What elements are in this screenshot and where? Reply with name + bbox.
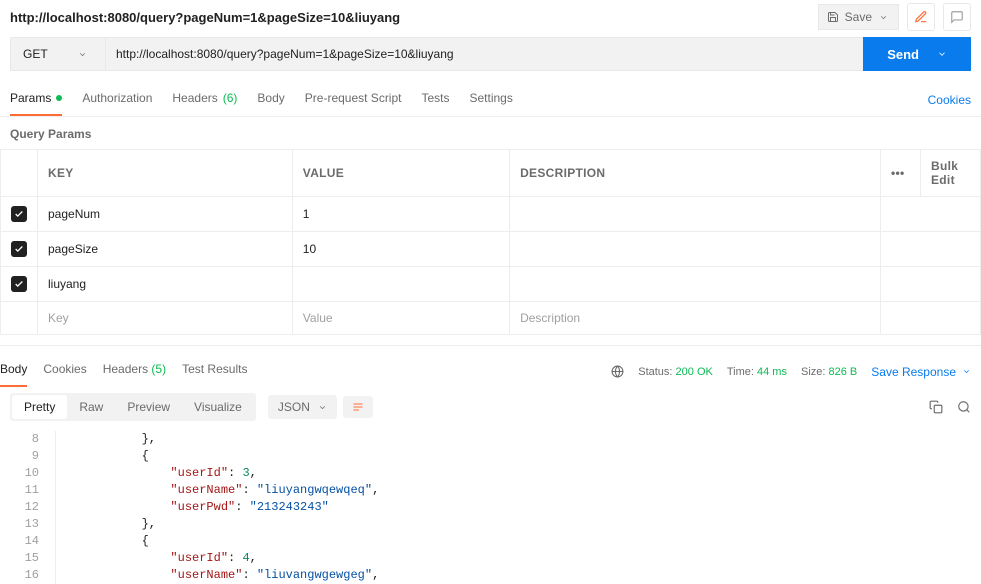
chevron-down-icon — [318, 403, 327, 412]
format-select[interactable]: JSON — [268, 395, 337, 419]
param-value[interactable]: 1 — [292, 197, 509, 232]
more-icon: ••• — [891, 166, 905, 180]
copy-button[interactable] — [929, 400, 943, 414]
col-key: KEY — [38, 150, 293, 197]
table-row[interactable]: pageSize10 — [1, 232, 981, 267]
status-stat: Status: 200 OK — [638, 366, 713, 378]
tab-params[interactable]: Params — [10, 83, 62, 116]
cookies-link[interactable]: Cookies — [928, 85, 971, 115]
send-label: Send — [887, 47, 919, 62]
resp-tab-testresults[interactable]: Test Results — [182, 356, 247, 387]
view-visualize[interactable]: Visualize — [182, 395, 254, 419]
checkbox[interactable] — [11, 241, 27, 257]
save-icon — [827, 11, 840, 24]
checkbox[interactable] — [11, 206, 27, 222]
tab-prerequest[interactable]: Pre-request Script — [305, 83, 402, 116]
param-desc[interactable]: Description — [510, 302, 881, 335]
request-title: http://localhost:8080/query?pageNum=1&pa… — [10, 10, 808, 25]
col-more[interactable]: ••• — [881, 150, 921, 197]
tab-tests[interactable]: Tests — [421, 83, 449, 116]
table-row[interactable]: liuyang — [1, 267, 981, 302]
edit-button[interactable] — [907, 3, 935, 31]
pencil-icon — [914, 10, 928, 24]
param-desc[interactable] — [510, 197, 881, 232]
params-dot-icon — [56, 95, 62, 101]
chevron-down-icon — [78, 50, 87, 59]
wrap-icon — [351, 401, 365, 413]
query-params-table: KEY VALUE DESCRIPTION ••• Bulk Edit page… — [0, 149, 981, 335]
save-response-button[interactable]: Save Response — [871, 365, 971, 379]
time-stat: Time: 44 ms — [727, 366, 787, 378]
globe-icon[interactable] — [611, 365, 624, 378]
param-key[interactable]: pageNum — [38, 197, 293, 232]
response-body[interactable]: 8910111213141516 }, { "userId": 3, "user… — [0, 427, 981, 584]
save-label: Save — [845, 10, 872, 24]
comment-icon — [950, 10, 964, 24]
size-stat: Size: 826 B — [801, 366, 857, 378]
tab-body[interactable]: Body — [257, 83, 284, 116]
checkbox[interactable] — [11, 276, 27, 292]
table-row[interactable]: pageNum1 — [1, 197, 981, 232]
url-input[interactable] — [105, 37, 863, 71]
comment-button[interactable] — [943, 3, 971, 31]
method-value: GET — [23, 47, 48, 61]
wrap-lines-button[interactable] — [343, 396, 373, 418]
resp-tab-headers[interactable]: Headers (5) — [103, 356, 166, 387]
tab-authorization[interactable]: Authorization — [82, 83, 152, 116]
resp-tab-cookies[interactable]: Cookies — [43, 356, 86, 387]
param-value[interactable] — [292, 267, 509, 302]
bulk-edit-button[interactable]: Bulk Edit — [921, 150, 981, 197]
tab-settings[interactable]: Settings — [470, 83, 513, 116]
chevron-down-icon — [937, 49, 947, 59]
col-checkbox — [1, 150, 38, 197]
param-desc[interactable] — [510, 232, 881, 267]
param-desc[interactable] — [510, 267, 881, 302]
param-value[interactable]: 10 — [292, 232, 509, 267]
save-button[interactable]: Save — [818, 4, 899, 30]
search-button[interactable] — [957, 400, 971, 414]
param-key[interactable]: liuyang — [38, 267, 293, 302]
chevron-down-icon — [877, 11, 890, 24]
col-value: VALUE — [292, 150, 509, 197]
chevron-down-icon — [962, 367, 971, 376]
view-raw[interactable]: Raw — [67, 395, 115, 419]
table-row-new[interactable]: KeyValueDescription — [1, 302, 981, 335]
param-key[interactable]: pageSize — [38, 232, 293, 267]
view-pretty[interactable]: Pretty — [12, 395, 67, 419]
method-select[interactable]: GET — [10, 37, 105, 71]
query-params-title: Query Params — [0, 117, 981, 149]
param-value[interactable]: Value — [292, 302, 509, 335]
resp-tab-body[interactable]: Body — [0, 356, 27, 387]
tab-headers[interactable]: Headers (6) — [172, 83, 237, 116]
view-preview[interactable]: Preview — [115, 395, 182, 419]
col-description: DESCRIPTION — [510, 150, 881, 197]
send-button[interactable]: Send — [863, 37, 971, 71]
param-key[interactable]: Key — [38, 302, 293, 335]
